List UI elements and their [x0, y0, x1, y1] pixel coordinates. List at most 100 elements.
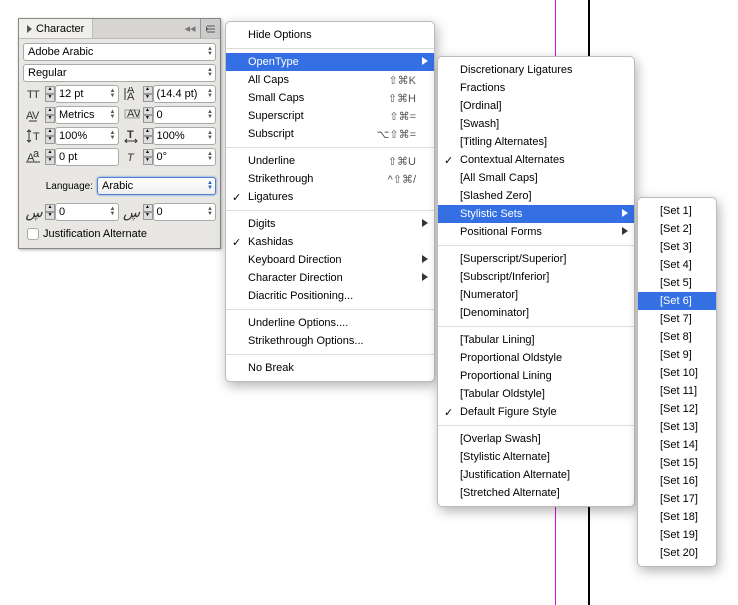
- menu-all-caps[interactable]: All Caps⇧⌘K: [226, 71, 434, 89]
- menu-default-figure-style[interactable]: ✓Default Figure Style: [438, 403, 634, 421]
- hscale-stepper[interactable]: ▲▼: [143, 128, 153, 144]
- kerning-input[interactable]: Metrics▲▼: [55, 106, 119, 124]
- menu-swash[interactable]: [Swash]: [438, 115, 634, 133]
- menu-separator: [438, 245, 634, 246]
- menu-set-17[interactable]: [Set 17]: [638, 490, 716, 508]
- menu-set-16[interactable]: [Set 16]: [638, 472, 716, 490]
- arabic2-stepper[interactable]: ▲▼: [143, 204, 153, 220]
- kerning-stepper[interactable]: ▲▼: [45, 107, 55, 123]
- menu-overlap-swash[interactable]: [Overlap Swash]: [438, 430, 634, 448]
- arabic2-input[interactable]: 0▲▼: [153, 203, 217, 221]
- menu-diacritic-positioning[interactable]: Diacritic Positioning...: [226, 287, 434, 305]
- menu-digits[interactable]: Digits: [226, 215, 434, 233]
- baseline-stepper[interactable]: ▲▼: [45, 149, 55, 165]
- menu-set-6[interactable]: [Set 6]: [638, 292, 716, 310]
- menu-set-13[interactable]: [Set 13]: [638, 418, 716, 436]
- menu-set-2[interactable]: [Set 2]: [638, 220, 716, 238]
- menu-contextual-alternates[interactable]: ✓Contextual Alternates: [438, 151, 634, 169]
- hscale-input[interactable]: 100%▲▼: [153, 127, 217, 145]
- leading-input[interactable]: (14.4 pt)▲▼: [153, 85, 217, 103]
- menu-denominator[interactable]: [Denominator]: [438, 304, 634, 322]
- flyout-menu-icon[interactable]: [200, 19, 220, 38]
- justification-alternate-checkbox[interactable]: [27, 228, 39, 240]
- arabic1-stepper[interactable]: ▲▼: [45, 204, 55, 220]
- collapse-icon[interactable]: ◂◂: [180, 22, 200, 35]
- menu-set-8[interactable]: [Set 8]: [638, 328, 716, 346]
- menu-small-caps[interactable]: Small Caps⇧⌘H: [226, 89, 434, 107]
- font-family-select[interactable]: Adobe Arabic ▲▼: [23, 43, 216, 61]
- menu-tabular-oldstyle[interactable]: [Tabular Oldstyle]: [438, 385, 634, 403]
- panel-header[interactable]: Character ◂◂: [19, 19, 220, 39]
- menu-subscript[interactable]: Subscript⌥⇧⌘=: [226, 125, 434, 143]
- menu-set-3[interactable]: [Set 3]: [638, 238, 716, 256]
- leading-stepper[interactable]: ▲▼: [143, 86, 153, 102]
- menu-set-1[interactable]: [Set 1]: [638, 202, 716, 220]
- panel-tab-character[interactable]: Character: [19, 19, 93, 38]
- menu-superscript-superior[interactable]: [Superscript/Superior]: [438, 250, 634, 268]
- svg-text:T: T: [33, 89, 40, 101]
- menu-hide-options[interactable]: Hide Options: [226, 26, 434, 44]
- menu-kashidas[interactable]: ✓Kashidas: [226, 233, 434, 251]
- menu-separator: [438, 326, 634, 327]
- skew-input[interactable]: 0°▲▼: [153, 148, 217, 166]
- menu-fractions[interactable]: Fractions: [438, 79, 634, 97]
- menu-set-12[interactable]: [Set 12]: [638, 400, 716, 418]
- svg-text:AV: AV: [127, 108, 140, 120]
- font-size-input[interactable]: 12 pt▲▼: [55, 85, 119, 103]
- menu-set-5[interactable]: [Set 5]: [638, 274, 716, 292]
- menu-underline[interactable]: Underline⇧⌘U: [226, 152, 434, 170]
- menu-character-direction[interactable]: Character Direction: [226, 269, 434, 287]
- menu-set-7[interactable]: [Set 7]: [638, 310, 716, 328]
- menu-keyboard-direction[interactable]: Keyboard Direction: [226, 251, 434, 269]
- vscale-stepper[interactable]: ▲▼: [45, 128, 55, 144]
- vscale-input[interactable]: 100%▲▼: [55, 127, 119, 145]
- menu-set-20[interactable]: [Set 20]: [638, 544, 716, 562]
- menu-set-19[interactable]: [Set 19]: [638, 526, 716, 544]
- menu-strikethrough-options[interactable]: Strikethrough Options...: [226, 332, 434, 350]
- menu-strikethrough[interactable]: Strikethrough^⇧⌘/: [226, 170, 434, 188]
- menu-stylistic-alternate[interactable]: [Stylistic Alternate]: [438, 448, 634, 466]
- menu-set-4[interactable]: [Set 4]: [638, 256, 716, 274]
- menu-set-11[interactable]: [Set 11]: [638, 382, 716, 400]
- menu-underline-options[interactable]: Underline Options....: [226, 314, 434, 332]
- skew-stepper[interactable]: ▲▼: [143, 149, 153, 165]
- font-size-stepper[interactable]: ▲▼: [45, 86, 55, 102]
- hscale-icon: T: [121, 127, 143, 145]
- menu-stylistic-sets[interactable]: Stylistic Sets: [438, 205, 634, 223]
- menu-slashed-zero[interactable]: [Slashed Zero]: [438, 187, 634, 205]
- language-select[interactable]: Arabic ▲▼: [97, 177, 216, 195]
- leading-icon: AA: [121, 85, 143, 103]
- menu-justification-alternate[interactable]: [Justification Alternate]: [438, 466, 634, 484]
- arabic1-input[interactable]: 0▲▼: [55, 203, 119, 221]
- menu-opentype[interactable]: OpenType: [226, 53, 434, 71]
- menu-set-10[interactable]: [Set 10]: [638, 364, 716, 382]
- menu-set-15[interactable]: [Set 15]: [638, 454, 716, 472]
- menu-tabular-lining[interactable]: [Tabular Lining]: [438, 331, 634, 349]
- font-style-select[interactable]: Regular ▲▼: [23, 64, 216, 82]
- check-icon: ✓: [232, 236, 241, 249]
- menu-positional-forms[interactable]: Positional Forms: [438, 223, 634, 241]
- menu-no-break[interactable]: No Break: [226, 359, 434, 377]
- menu-set-9[interactable]: [Set 9]: [638, 346, 716, 364]
- check-icon: ✓: [444, 154, 453, 167]
- menu-ligatures[interactable]: ✓Ligatures: [226, 188, 434, 206]
- tracking-stepper[interactable]: ▲▼: [143, 107, 153, 123]
- menu-proportional-oldstyle[interactable]: Proportional Oldstyle: [438, 349, 634, 367]
- menu-set-18[interactable]: [Set 18]: [638, 508, 716, 526]
- baseline-input[interactable]: 0 pt: [55, 148, 119, 166]
- menu-proportional-lining[interactable]: Proportional Lining: [438, 367, 634, 385]
- language-value: Arabic: [102, 180, 133, 192]
- check-icon: ✓: [444, 406, 453, 419]
- tracking-input[interactable]: 0▲▼: [153, 106, 217, 124]
- svg-text:T: T: [33, 131, 40, 143]
- shortcut: ⇧⌘U: [370, 155, 416, 168]
- menu-set-14[interactable]: [Set 14]: [638, 436, 716, 454]
- menu-discretionary-ligatures[interactable]: Discretionary Ligatures: [438, 61, 634, 79]
- menu-all-small-caps[interactable]: [All Small Caps]: [438, 169, 634, 187]
- menu-stretched-alternate[interactable]: [Stretched Alternate]: [438, 484, 634, 502]
- menu-titling-alternates[interactable]: [Titling Alternates]: [438, 133, 634, 151]
- menu-superscript[interactable]: Superscript⇧⌘=: [226, 107, 434, 125]
- menu-subscript-inferior[interactable]: [Subscript/Inferior]: [438, 268, 634, 286]
- menu-numerator[interactable]: [Numerator]: [438, 286, 634, 304]
- menu-ordinal[interactable]: [Ordinal]: [438, 97, 634, 115]
